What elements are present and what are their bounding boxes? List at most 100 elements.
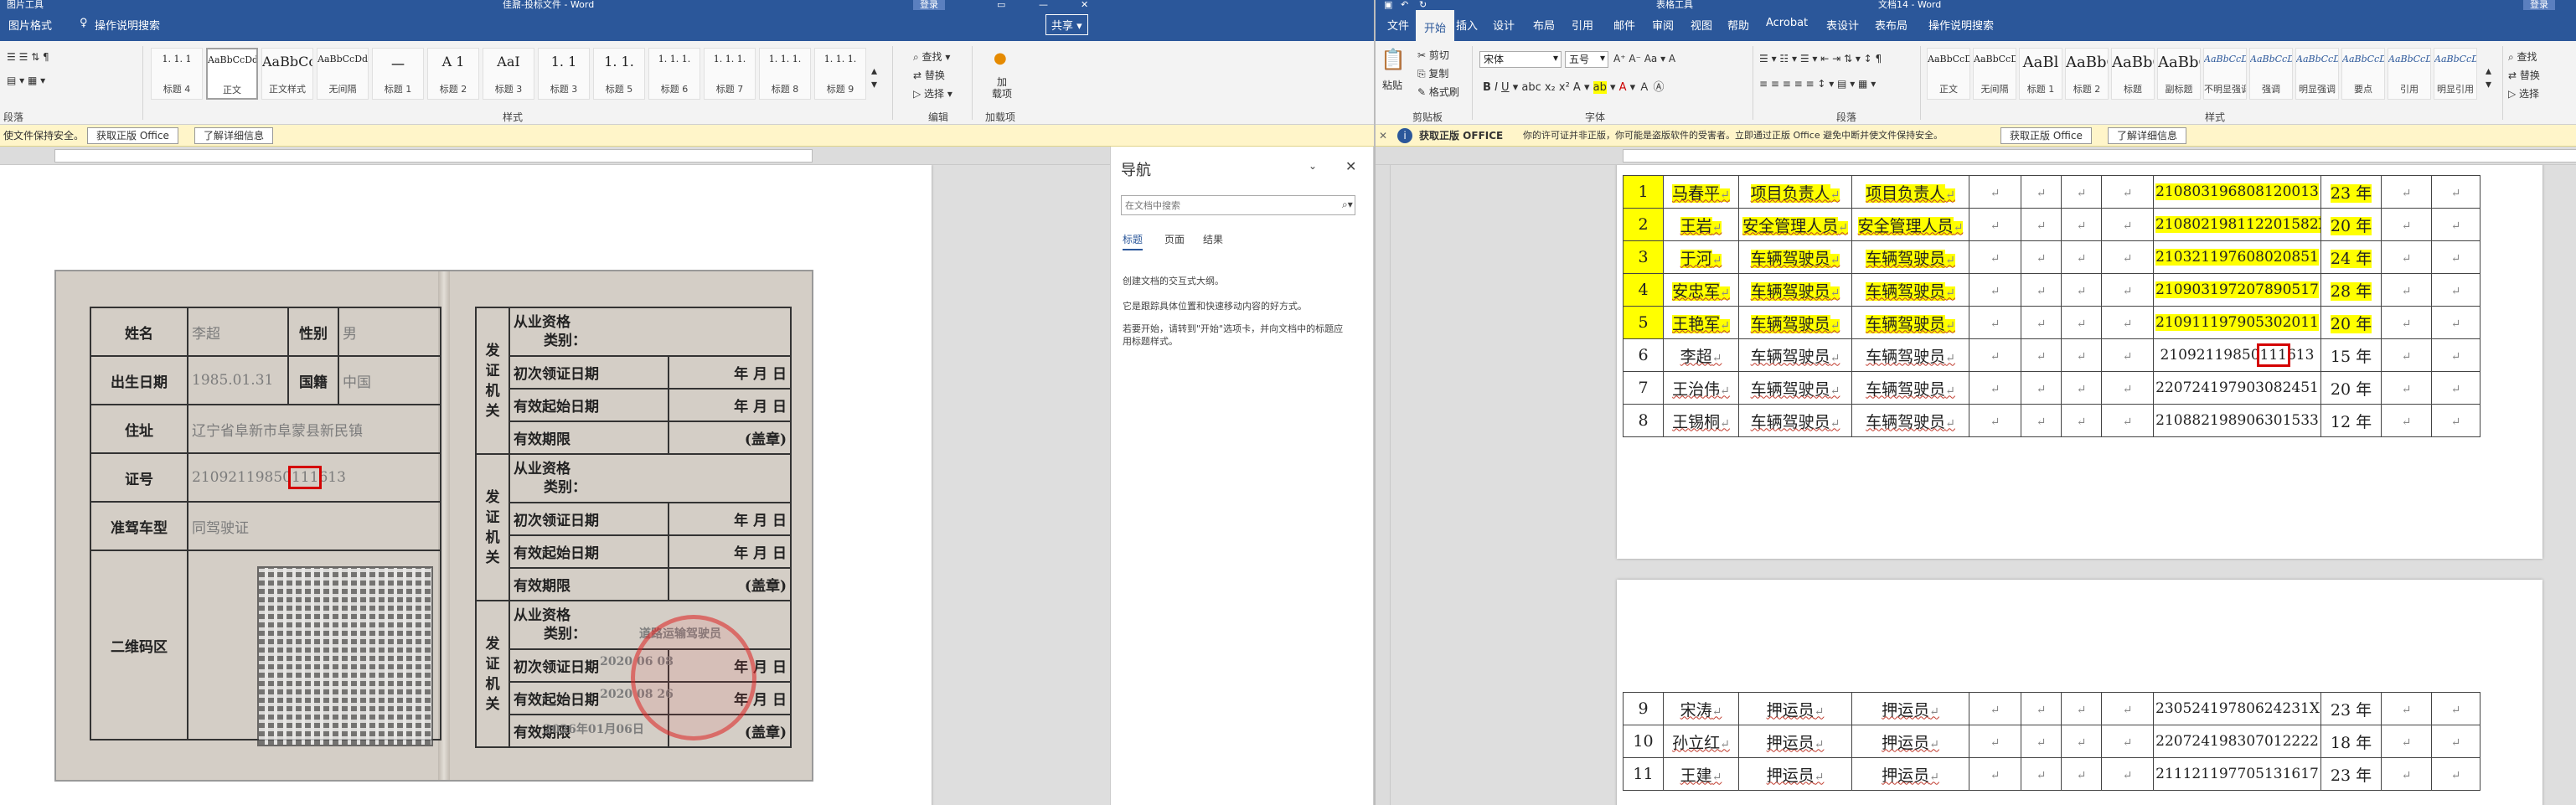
empty-cell[interactable]: ↵ — [2431, 208, 2480, 241]
empty-cell[interactable]: ↵ — [2381, 175, 2432, 209]
position-cell[interactable]: 安全管理人员↵ — [1738, 208, 1852, 241]
empty-cell[interactable]: ↵ — [2021, 240, 2062, 274]
position-cell[interactable]: 押运员↵ — [1738, 725, 1852, 758]
row-number[interactable]: 11 — [1623, 757, 1664, 791]
style-item[interactable]: AaBbCcD 明显引用 — [2434, 48, 2477, 100]
tab-layout[interactable]: 布局 — [1533, 17, 1555, 33]
id-number-cell[interactable]: 210882198906301533 — [2153, 404, 2321, 437]
empty-cell[interactable]: ↵ — [2061, 175, 2102, 209]
years-cell[interactable]: 15 年 — [2320, 338, 2382, 372]
learn-more-button[interactable]: 了解详细信息 — [194, 127, 274, 144]
empty-cell[interactable]: ↵ — [1969, 338, 2021, 372]
years-cell[interactable]: 23 年 — [2320, 175, 2382, 209]
nav-close-icon[interactable]: ✕ — [1345, 158, 1356, 174]
ribbon-display-icon[interactable]: ▭ — [997, 0, 1005, 10]
position-cell[interactable]: 车辆驾驶员↵ — [1738, 306, 1852, 339]
horizontal-ruler[interactable] — [1376, 147, 2576, 165]
row-number[interactable]: 7 — [1623, 371, 1664, 405]
info-close-icon[interactable]: ✕ — [1379, 125, 1387, 147]
empty-cell[interactable]: ↵ — [2381, 725, 2432, 758]
addin-button[interactable]: 加 载项 — [992, 76, 1012, 100]
empty-cell[interactable]: ↵ — [2381, 240, 2432, 274]
post-cell[interactable]: 车辆驾驶员↵ — [1851, 371, 1969, 405]
tab-acrobat[interactable]: Acrobat — [1766, 17, 1808, 29]
position-cell[interactable]: 押运员↵ — [1738, 692, 1852, 725]
id-number-cell[interactable]: 220724197903082451 — [2153, 371, 2321, 405]
style-item[interactable]: AaI 标题 3 — [483, 48, 534, 100]
position-cell[interactable]: 车辆驾驶员↵ — [1738, 240, 1852, 274]
years-cell[interactable]: 24 年 — [2320, 240, 2382, 274]
tab-file[interactable]: 文件 — [1387, 17, 1409, 33]
empty-cell[interactable]: ↵ — [2431, 692, 2480, 725]
empty-cell[interactable]: ↵ — [2061, 208, 2102, 241]
id-number-cell[interactable]: 23052419780624231X — [2153, 692, 2321, 725]
style-item[interactable]: AaBbC 副标题 — [2157, 48, 2201, 100]
style-item[interactable]: 一标题 1 — [372, 48, 424, 100]
empty-cell[interactable]: ↵ — [2021, 306, 2062, 339]
empty-cell[interactable]: ↵ — [2431, 306, 2480, 339]
replace-button[interactable]: ⇄ 替换 — [913, 68, 945, 82]
select-button[interactable]: ▷ 选择 — [2508, 86, 2539, 101]
minimize-icon[interactable]: — — [1039, 0, 1048, 10]
empty-cell[interactable]: ↵ — [2431, 240, 2480, 274]
empty-cell[interactable]: ↵ — [1969, 757, 2021, 791]
empty-cell[interactable]: ↵ — [1969, 240, 2021, 274]
row-number[interactable]: 1 — [1623, 175, 1664, 209]
empty-cell[interactable]: ↵ — [2101, 404, 2154, 437]
empty-cell[interactable]: ↵ — [2431, 371, 2480, 405]
empty-cell[interactable]: ↵ — [2101, 338, 2154, 372]
tab-references[interactable]: 引用 — [1572, 17, 1593, 33]
name-cell[interactable]: 王锡桐↵ — [1663, 404, 1739, 437]
font-grow-shrink[interactable]: A⁺ A⁻ Aa ▾ A — [1613, 53, 1675, 65]
id-number-cell[interactable]: 220724198307012222 — [2153, 725, 2321, 758]
cut-button[interactable]: ✂ 剪切 — [1417, 48, 1449, 62]
tab-help[interactable]: 帮助 — [1727, 17, 1749, 33]
style-item[interactable]: A 1 标题 2 — [427, 48, 479, 100]
empty-cell[interactable]: ↵ — [2431, 725, 2480, 758]
row-number[interactable]: 8 — [1623, 404, 1664, 437]
paste-icon[interactable]: 📋 — [1381, 48, 1406, 71]
row-number[interactable]: 6 — [1623, 338, 1664, 372]
replace-button[interactable]: ⇄ 替换 — [2508, 68, 2540, 82]
nav-options-icon[interactable]: ⌄ — [1309, 160, 1317, 172]
tell-me-icon[interactable]: ♀ — [80, 17, 88, 29]
empty-cell[interactable]: ↵ — [1969, 208, 2021, 241]
empty-cell[interactable]: ↵ — [1969, 273, 2021, 307]
paste-button[interactable]: 粘贴 — [1382, 78, 1402, 92]
empty-cell[interactable]: ↵ — [2021, 404, 2062, 437]
nav-tab-pages[interactable]: 页面 — [1164, 232, 1185, 246]
empty-cell[interactable]: ↵ — [2061, 306, 2102, 339]
styles-scroll[interactable]: ▴ ▾ — [871, 65, 877, 91]
empty-cell[interactable]: ↵ — [2101, 175, 2154, 209]
post-cell[interactable]: 车辆驾驶员↵ — [1851, 240, 1969, 274]
empty-cell[interactable]: ↵ — [2061, 371, 2102, 405]
empty-cell[interactable]: ↵ — [2101, 208, 2154, 241]
row-number[interactable]: 3 — [1623, 240, 1664, 274]
name-cell[interactable]: 于河↵ — [1663, 240, 1739, 274]
align-buttons[interactable]: ≡ ≡ ≡ ≡ ≡ ↕ ▾ ▤ ▾ ▦ ▾ — [1759, 78, 1876, 90]
empty-cell[interactable]: ↵ — [2021, 208, 2062, 241]
style-item[interactable]: AaBbCcDt 正文 — [1927, 48, 1970, 100]
post-cell[interactable]: 押运员↵ — [1851, 725, 1969, 758]
font-size-select[interactable]: 五号 ▾ — [1565, 51, 1608, 68]
empty-cell[interactable]: ↵ — [2021, 273, 2062, 307]
post-cell[interactable]: 押运员↵ — [1851, 757, 1969, 791]
id-number-cell[interactable]: 210903197207890517 — [2153, 273, 2321, 307]
years-cell[interactable]: 12 年 — [2320, 404, 2382, 437]
name-cell[interactable]: 马春平↵ — [1663, 175, 1739, 209]
id-number-cell[interactable]: 21092119850111613 — [2153, 338, 2321, 372]
empty-cell[interactable]: ↵ — [2061, 404, 2102, 437]
empty-cell[interactable]: ↵ — [2431, 175, 2480, 209]
tab-table-layout[interactable]: 表布局 — [1875, 17, 1907, 33]
empty-cell[interactable]: ↵ — [2381, 306, 2432, 339]
id-number-cell[interactable]: 210911197905302011 — [2153, 306, 2321, 339]
undo-icon[interactable]: ↶ — [1401, 0, 1408, 10]
empty-cell[interactable]: ↵ — [1969, 175, 2021, 209]
list-buttons[interactable]: ☰ ▾ ☷ ▾ ☰ ▾ ⇤ ⇥ ⇅ ▾ ↕ ¶ — [1759, 53, 1882, 65]
style-item[interactable]: AaBbCcDt 无间隔 — [1973, 48, 2016, 100]
post-cell[interactable]: 安全管理人员↵ — [1851, 208, 1969, 241]
get-office-button[interactable]: 获取正版 Office — [87, 127, 178, 144]
addin-icon[interactable]: ● — [994, 49, 1007, 67]
empty-cell[interactable]: ↵ — [2061, 273, 2102, 307]
position-cell[interactable]: 押运员↵ — [1738, 757, 1852, 791]
